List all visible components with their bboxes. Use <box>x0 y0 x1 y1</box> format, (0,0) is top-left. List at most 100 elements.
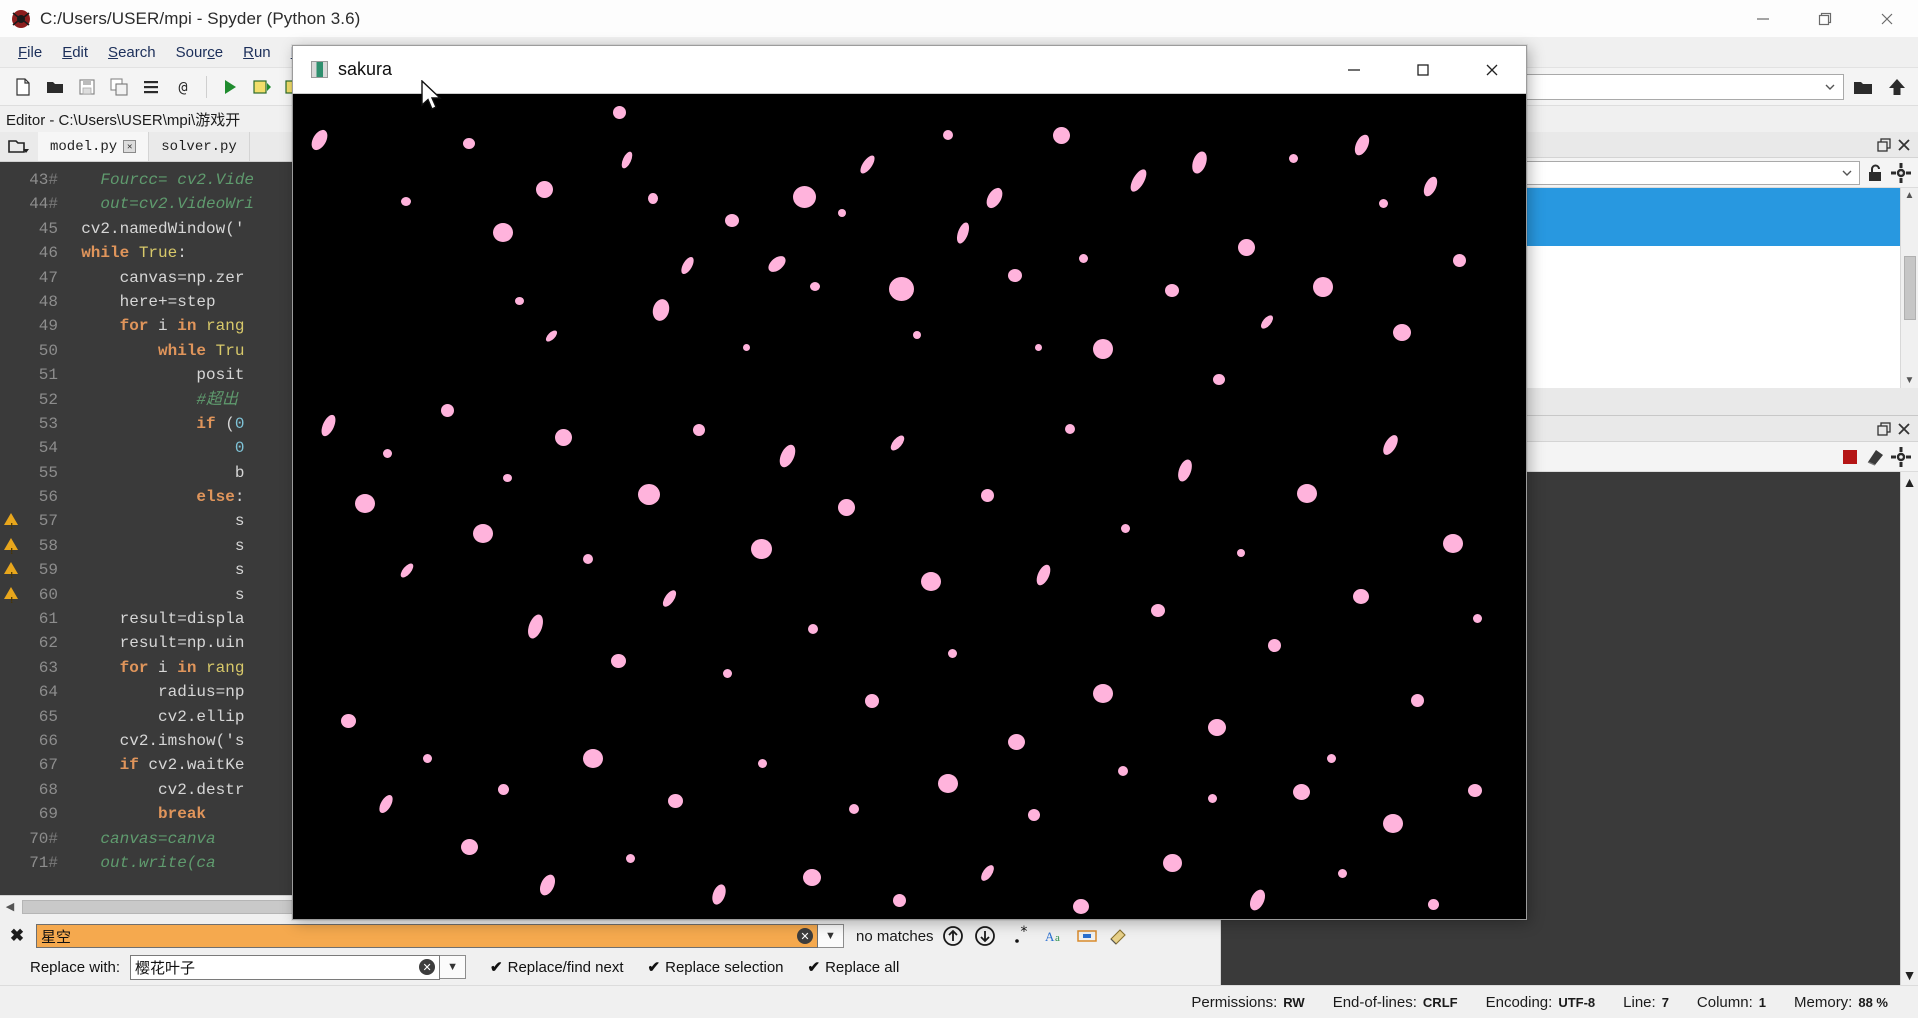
scroll-thumb[interactable] <box>1903 256 1916 320</box>
file-list-icon[interactable] <box>136 72 166 102</box>
sakura-petal <box>1351 132 1373 158</box>
replace-all-button[interactable]: ✔ Replace all <box>808 958 900 977</box>
warning-triangle-icon[interactable] <box>4 562 18 589</box>
sakura-petal <box>751 539 772 559</box>
sakura-petal <box>888 433 907 453</box>
sakura-petal <box>1208 794 1217 803</box>
check-icon: ✔ <box>647 959 661 976</box>
sakura-petal <box>493 223 513 242</box>
sakura-petal <box>723 669 732 678</box>
sakura-petal <box>921 572 941 591</box>
sakura-petal <box>849 804 859 814</box>
line-number: 50 <box>38 341 58 360</box>
menu-search[interactable]: Search <box>98 41 166 64</box>
menu-edit[interactable]: Edit <box>52 41 98 64</box>
sakura-petal <box>1073 899 1089 914</box>
replace-input[interactable]: 樱花叶子 ✕ <box>130 954 441 980</box>
sakura-petal <box>355 494 375 513</box>
sakura-petal <box>1421 174 1440 199</box>
svg-text:*: * <box>1019 925 1027 940</box>
sakura-petal <box>341 714 356 728</box>
gear-icon[interactable] <box>1890 446 1912 468</box>
undock-icon[interactable] <box>1876 137 1892 153</box>
scroll-down-arrow[interactable]: ▼ <box>1903 967 1917 983</box>
undock-icon[interactable] <box>1876 421 1892 437</box>
sakura-petal <box>983 185 1006 211</box>
scroll-left-arrow[interactable]: ◀ <box>0 900 20 913</box>
sakura-petal <box>1258 313 1276 331</box>
restore-button[interactable] <box>1794 0 1856 37</box>
replace-history-dropdown[interactable]: ▼ <box>440 955 467 979</box>
sakura-petal <box>893 894 906 907</box>
status-value: CRLF <box>1422 994 1458 1010</box>
find-row: ✖ 星空 ✕ ▼ no matches * A a <box>0 921 1220 951</box>
sakura-petal <box>619 150 635 170</box>
scroll-down-arrow[interactable]: ▼ <box>1905 375 1915 386</box>
save-file-icon[interactable] <box>72 72 102 102</box>
close-tab-icon[interactable]: ✕ <box>123 140 137 153</box>
run-cell-icon[interactable] <box>247 72 277 102</box>
search-history-dropdown[interactable]: ▼ <box>818 924 844 948</box>
minimize-button[interactable] <box>1732 0 1794 37</box>
sakura-petal <box>808 624 818 634</box>
sakura-petal <box>583 554 593 564</box>
run-file-icon[interactable] <box>215 72 245 102</box>
sakura-petal <box>693 424 705 436</box>
sakura-window-controls <box>1319 46 1526 93</box>
replace-find-next-button[interactable]: ✔ Replace/find next <box>490 958 623 977</box>
up-arrow-icon[interactable] <box>1882 72 1912 102</box>
menu-file[interactable]: File <box>8 41 52 64</box>
new-file-icon[interactable] <box>8 72 38 102</box>
console-vertical-scrollbar[interactable]: ▲ ▼ <box>1900 472 1918 985</box>
find-next-icon[interactable] <box>972 923 998 949</box>
open-file-icon[interactable] <box>40 72 70 102</box>
match-case-icon[interactable]: Aa <box>1042 923 1068 949</box>
editor-tab-solver-py[interactable]: solver.py <box>149 132 250 161</box>
stop-square-icon[interactable] <box>1840 447 1860 467</box>
eraser-icon[interactable] <box>1864 446 1886 468</box>
close-button[interactable] <box>1856 0 1918 37</box>
save-all-icon[interactable] <box>104 72 134 102</box>
whole-words-icon[interactable] <box>1074 923 1100 949</box>
regex-icon[interactable]: * <box>1010 923 1036 949</box>
help-vertical-scrollbar[interactable]: ▲ ▼ <box>1900 188 1918 388</box>
warning-triangle-icon[interactable] <box>4 586 18 613</box>
sakura-petal <box>1127 166 1150 195</box>
sakura-petal <box>1443 534 1463 553</box>
scroll-up-arrow[interactable]: ▲ <box>1903 474 1917 490</box>
browse-tabs-icon[interactable] <box>0 132 38 161</box>
sakura-petal <box>1468 784 1482 797</box>
line-number: 67 <box>38 756 58 775</box>
tab-label: model.py <box>50 138 118 155</box>
at-symbol-icon[interactable]: @ <box>168 72 198 102</box>
sakura-petal <box>1238 239 1255 256</box>
sakura-petal <box>1093 684 1113 703</box>
status-bar: Permissions: RW End-of-lines: CRLF Encoding:… <box>0 985 1918 1018</box>
sakura-titlebar[interactable]: sakura <box>293 46 1526 93</box>
gear-icon[interactable] <box>1890 162 1912 184</box>
editor-tab-model-py[interactable]: model.py ✕ <box>38 132 150 161</box>
sakura-window[interactable]: sakura <box>292 45 1527 920</box>
warning-triangle-icon[interactable] <box>4 537 18 564</box>
unlock-icon[interactable] <box>1864 162 1886 184</box>
find-previous-icon[interactable] <box>940 923 966 949</box>
close-icon[interactable] <box>1896 137 1912 153</box>
sakura-petal <box>743 344 750 351</box>
sakura-close-button[interactable] <box>1457 46 1526 93</box>
search-input[interactable]: 星空 ✕ <box>36 924 818 948</box>
menu-source[interactable]: Source <box>166 41 234 64</box>
clear-field-icon[interactable]: ✕ <box>797 928 813 944</box>
scroll-up-arrow[interactable]: ▲ <box>1905 190 1915 201</box>
close-icon[interactable] <box>1896 421 1912 437</box>
sakura-canvas[interactable] <box>293 93 1526 919</box>
close-findbar-icon[interactable]: ✖ <box>4 926 30 946</box>
sakura-minimize-button[interactable] <box>1319 46 1388 93</box>
warning-triangle-icon[interactable] <box>4 513 18 540</box>
highlight-matches-icon[interactable] <box>1106 923 1132 949</box>
status-line: Line: 7 <box>1609 994 1683 1011</box>
clear-replace-field-icon[interactable]: ✕ <box>419 959 436 975</box>
sakura-maximize-button[interactable] <box>1388 46 1457 93</box>
open-folder-icon[interactable] <box>1848 72 1878 102</box>
menu-run[interactable]: Run <box>233 41 281 64</box>
replace-selection-button[interactable]: ✔ Replace selection <box>647 958 784 977</box>
